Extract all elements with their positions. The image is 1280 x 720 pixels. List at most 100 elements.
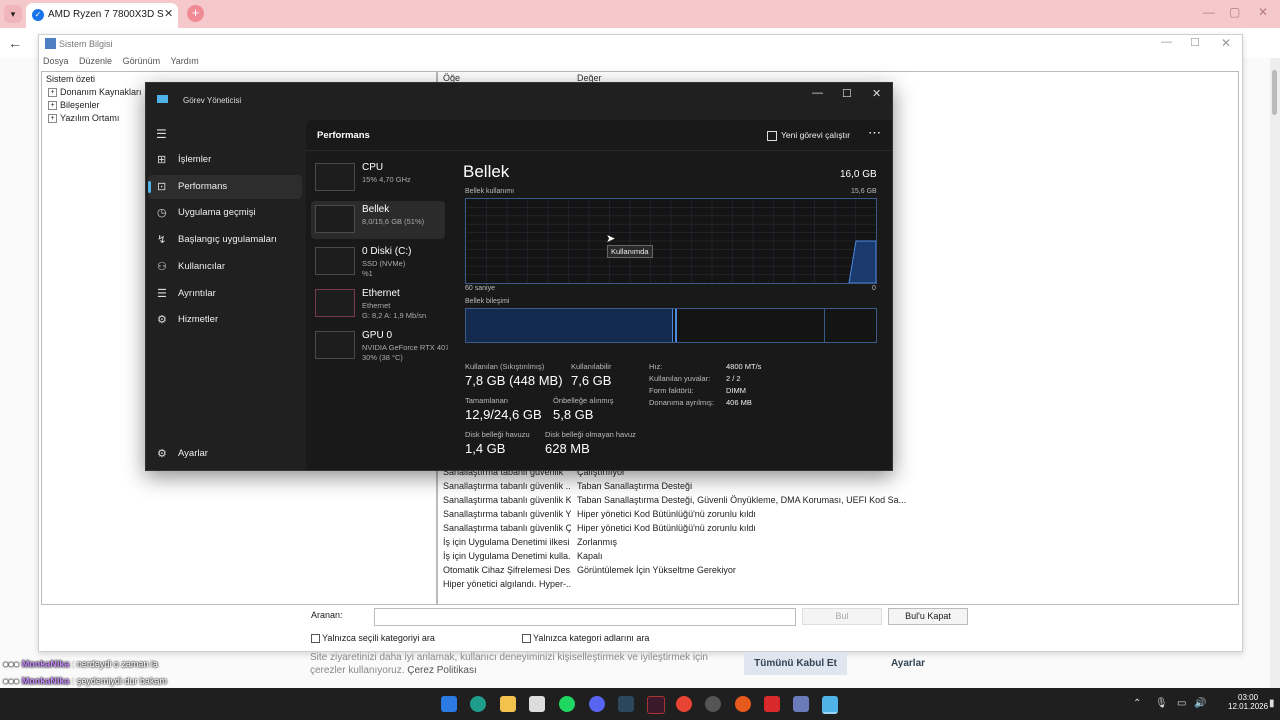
menu-yardim[interactable]: Yardım xyxy=(170,56,198,66)
search-category-names-checkbox[interactable]: Yalnızca kategori adlarını ara xyxy=(522,633,649,644)
back-arrow-icon[interactable]: ← xyxy=(8,35,22,51)
expand-icon[interactable]: + xyxy=(48,101,57,111)
chat-message: ●●● MonkaNika : nerdeydi o zaman la xyxy=(3,659,158,669)
app-icon[interactable] xyxy=(735,696,751,712)
app-icon[interactable] xyxy=(647,696,665,714)
more-options-icon[interactable]: ⋯ xyxy=(868,125,881,141)
device-detail: Ethernet xyxy=(362,301,391,310)
task-manager-app-icon xyxy=(157,95,168,103)
cookie-settings-button[interactable]: Ayarlar xyxy=(872,652,944,675)
hamburger-menu-icon[interactable]: ☰ xyxy=(156,127,167,141)
spotify-icon[interactable] xyxy=(559,696,575,712)
nav-item-users[interactable]: ⚇ Kullanıcılar xyxy=(148,255,302,279)
nav-item-services[interactable]: ⚙ Hizmetler xyxy=(148,308,302,332)
taskbar: ⌃ 🎙 ▭ 🔊 03:00 12.01.2026 ▮ xyxy=(0,688,1280,720)
table-row[interactable]: Sanallaştırma tabanlı güvenlik Y... Hiper… xyxy=(443,509,913,523)
run-new-task-button[interactable]: Yeni görevi çalıştır xyxy=(767,130,850,141)
chat-username: MonkaNika xyxy=(21,659,70,669)
menu-dosya[interactable]: Dosya xyxy=(43,56,69,66)
memory-usage-label: Bellek kullanımı xyxy=(465,188,515,195)
stat-label: Önbelleğe alınmış xyxy=(553,396,614,405)
checkbox-box[interactable] xyxy=(522,634,531,644)
nav-item-processes[interactable]: ⊞ İşlemler xyxy=(148,148,302,172)
nav-item-performance[interactable]: ⊡ Performans xyxy=(148,174,302,199)
device-thumbnail-graph xyxy=(315,331,355,359)
new-tab-button[interactable]: + xyxy=(187,5,204,22)
close-find-button[interactable]: Bul'u Kapat xyxy=(888,608,968,625)
menu-gorunum[interactable]: Görünüm xyxy=(123,56,161,66)
tree-item-software[interactable]: + Yazılım Ortamı xyxy=(48,113,119,124)
chevron-up-icon[interactable]: ⌃ xyxy=(1133,698,1141,709)
tab-list-button[interactable]: ▾ xyxy=(4,5,22,23)
table-row[interactable]: Sanallaştırma tabanlı güvenlik K... Taban… xyxy=(443,495,913,509)
edge-icon[interactable] xyxy=(470,696,486,712)
close-icon[interactable]: ✕ xyxy=(872,87,881,100)
nav-item-details[interactable]: ☰ Ayrıntılar xyxy=(148,282,302,306)
performance-panel: Performans Yeni görevi çalıştır ⋯ CPU 15%… xyxy=(306,120,892,470)
device-bellek[interactable]: Bellek 8,0/15,6 GB (51%) xyxy=(311,201,445,239)
nav-item-label: Hizmetler xyxy=(178,314,219,326)
maximize-icon[interactable]: ▢ xyxy=(1229,5,1240,19)
cookie-policy-link[interactable]: Çerez Politikası xyxy=(407,665,476,676)
system-info-app-icon xyxy=(45,38,56,49)
device-cpu[interactable]: CPU 15% 4,70 GHz xyxy=(311,159,445,197)
device-thumbnail-graph xyxy=(315,247,355,275)
maximize-icon[interactable]: ☐ xyxy=(842,87,852,100)
chrome-icon[interactable] xyxy=(676,696,692,712)
device-detail: 8,0/15,6 GB (51%) xyxy=(362,217,425,226)
file-explorer-icon[interactable] xyxy=(500,696,516,712)
minimize-icon[interactable]: — xyxy=(812,87,823,99)
search-selected-category-checkbox[interactable]: Yalnızca seçili kategoriyi ara xyxy=(311,633,435,644)
find-button[interactable]: Bul xyxy=(802,608,882,625)
tree-item-label: Bileşenler xyxy=(60,100,100,110)
clock[interactable]: 03:00 12.01.2026 xyxy=(1228,693,1268,711)
table-row[interactable]: İş için Uygulama Denetimi kulla... Kapalı xyxy=(443,551,913,565)
steam-icon[interactable] xyxy=(618,696,634,712)
minimize-icon[interactable]: — xyxy=(1161,36,1172,48)
nav-item-settings[interactable]: ⚙ Ayarlar xyxy=(148,442,302,466)
spec-label: Form faktörü: xyxy=(649,386,694,395)
start-icon[interactable] xyxy=(441,696,457,712)
table-row[interactable]: Hiper yönetici algılandı. Hyper-... xyxy=(443,579,913,593)
system-info-icon[interactable] xyxy=(793,696,809,712)
tree-item-hardware[interactable]: + Donanım Kaynakları xyxy=(48,87,142,98)
active-indicator xyxy=(148,180,151,193)
find-input[interactable] xyxy=(374,608,796,626)
table-row[interactable]: Sanallaştırma tabanlı güvenlik Ç... Hiper… xyxy=(443,523,913,537)
tree-item-system-summary[interactable]: Sistem özeti xyxy=(46,74,95,84)
volume-icon[interactable]: 🔊 xyxy=(1194,698,1206,709)
expand-icon[interactable]: + xyxy=(48,88,57,98)
microphone-icon[interactable]: 🎙 xyxy=(1155,698,1168,709)
browser-tab-active[interactable]: ✓ AMD Ryzen 7 7800X3D Sekiz Çekirdekli İ… xyxy=(26,3,178,28)
close-icon[interactable]: ✕ xyxy=(1258,5,1268,19)
accept-all-button[interactable]: Tümünü Kabul Et xyxy=(744,652,847,675)
device-ethernet[interactable]: Ethernet Ethernet G: 8,2 A: 1,9 Mb/sn xyxy=(311,285,445,323)
spec-label: Hız: xyxy=(649,362,663,371)
device-0-diski-c[interactable]: 0 Diski (C:) SSD (NVMe) %1 xyxy=(311,243,445,281)
notification-icon[interactable]: ▮ xyxy=(1269,698,1275,709)
discord-icon[interactable] xyxy=(589,696,605,712)
device-gpu-0[interactable]: GPU 0 NVIDIA GeForce RTX 4070 30% (38 °C) xyxy=(311,327,448,365)
maximize-icon[interactable]: ☐ xyxy=(1190,36,1200,49)
table-row[interactable]: İş için Uygulama Denetimi ilkesi Zorlanmı… xyxy=(443,537,913,551)
tab-close-icon[interactable]: ✕ xyxy=(164,7,173,20)
task-manager-icon[interactable] xyxy=(822,696,838,714)
scrollbar-thumb[interactable] xyxy=(1272,70,1277,115)
table-row[interactable]: Sanallaştırma tabanlı güvenlik ... Taban … xyxy=(443,481,913,495)
app-icon[interactable] xyxy=(705,696,721,712)
close-icon[interactable]: ✕ xyxy=(1221,36,1231,50)
app-icon[interactable] xyxy=(764,696,780,712)
store-icon[interactable] xyxy=(529,696,545,712)
device-detail: NVIDIA GeForce RTX 4070 xyxy=(362,343,448,352)
tree-item-components[interactable]: + Bileşenler xyxy=(48,100,100,111)
menu-duzenle[interactable]: Düzenle xyxy=(79,56,112,66)
table-row[interactable]: Otomatik Cihaz Şifrelemesi Des... Görüntü… xyxy=(443,565,913,579)
page-scrollbar[interactable] xyxy=(1270,58,1280,688)
network-icon[interactable]: ▭ xyxy=(1177,698,1186,709)
checkbox-box[interactable] xyxy=(311,634,320,644)
minimize-icon[interactable]: — xyxy=(1203,5,1215,19)
nav-item-app-history[interactable]: ◷ Uygulama geçmişi xyxy=(148,201,302,225)
expand-icon[interactable]: + xyxy=(48,114,57,124)
spec-value: 4800 MT/s xyxy=(726,362,762,371)
nav-item-startup-apps[interactable]: ↯ Başlangıç uygulamaları xyxy=(148,228,302,252)
